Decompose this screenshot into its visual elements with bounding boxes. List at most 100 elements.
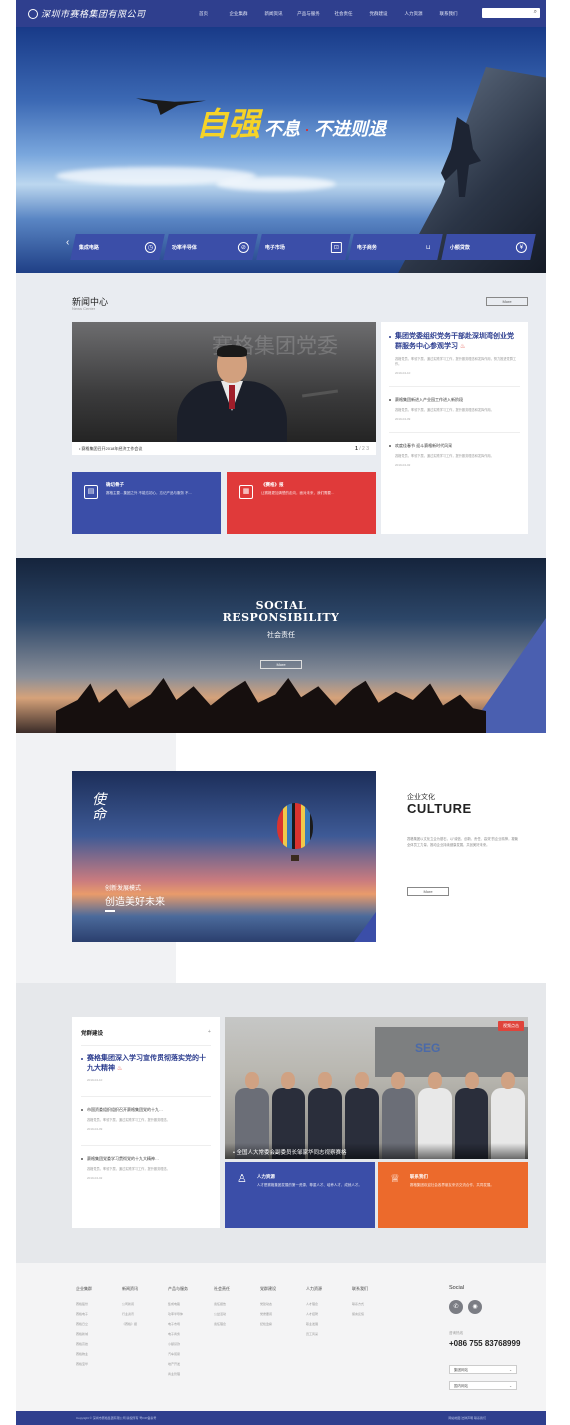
business-item[interactable]: 集成电路 ◷	[70, 234, 165, 260]
video-badge[interactable]: 视频点击	[498, 1021, 524, 1031]
fire-icon: ♨	[459, 344, 466, 350]
contact-tile[interactable]: ♕ 联系我们 赛格集团欢迎社会各界朋友来访交流合作，共同发展。	[378, 1162, 528, 1228]
page: 深圳市赛格集团有限公司 首页 企业集群 新闻资讯 产品与服务 社会责任 党群建设…	[16, 0, 546, 1425]
tile-title: 联系我们	[409, 1174, 428, 1179]
footer-link[interactable]: 联系方式	[352, 1302, 398, 1306]
footer-link[interactable]: 赛格电子	[76, 1312, 122, 1316]
nav-item-hr[interactable]: 人力资源	[396, 11, 431, 17]
footer-link[interactable]: 赛格物业	[76, 1352, 122, 1356]
nav-item-products[interactable]: 产品与服务	[291, 11, 326, 17]
footer-link[interactable]: 纪检监察	[260, 1322, 306, 1326]
business-item[interactable]: 电子市场 ⊡	[255, 234, 351, 260]
weibo-icon[interactable]: ◉	[468, 1300, 482, 1314]
trophy-icon: ♕	[390, 1173, 400, 1185]
footer-link[interactable]: 赛格日立	[76, 1322, 122, 1326]
footer-link[interactable]: 赛格股份	[76, 1302, 122, 1306]
business-title: 集成电路	[79, 244, 100, 251]
footer-link[interactable]: 赛格高技	[76, 1342, 122, 1346]
footer-link[interactable]: 《赛格》报	[122, 1322, 168, 1326]
footer-link[interactable]: 小额贷款	[168, 1342, 214, 1346]
party-hot-item[interactable]: 赛格集团深入学习宣传贯彻落实党的十九大精神 ♨	[81, 1054, 211, 1074]
logo[interactable]: 深圳市赛格集团有限公司	[16, 7, 186, 20]
list-item-desc: 赛格党员，率领下属，通过实践学习工作，提升服务理念和发挥作用。	[395, 408, 494, 412]
news-pager[interactable]: 1 / 2 3	[355, 446, 369, 452]
news-section: 新闻中心 News Center More 赛格集团党委 • 赛格集团召开201…	[16, 273, 546, 558]
footer-link[interactable]: 公益活动	[214, 1312, 260, 1316]
culture-image[interactable]: 使命 创新发展模式 创造美好未来	[72, 771, 376, 942]
footer-link[interactable]: 电子商务	[168, 1332, 214, 1336]
compass-icon: ⊘	[237, 241, 249, 253]
business-item[interactable]: 电子商务 ⊔	[348, 234, 443, 260]
footer-link[interactable]: 人才理念	[306, 1302, 352, 1306]
footer-social-title: Social	[449, 1285, 464, 1291]
footer-link[interactable]: 职业发展	[306, 1322, 352, 1326]
prev-arrow-icon[interactable]: ‹	[66, 237, 69, 248]
news-subtitle: News Center	[72, 306, 96, 311]
culture-more-button[interactable]: More	[407, 887, 449, 896]
group-site-select[interactable]: 集团网站 ⌄	[449, 1365, 517, 1374]
chevron-down-icon: ⌄	[509, 1384, 512, 1388]
nav-item-social[interactable]: 社会责任	[326, 11, 361, 17]
party-title: 党群建设	[81, 1031, 104, 1037]
footer-column-head[interactable]: 新闻资讯	[122, 1286, 168, 1292]
footer-column-head[interactable]: 企业集群	[76, 1286, 122, 1292]
news-tile-paper[interactable]: ▦ 《赛格》报 让赛格更加清楚的走向，面对未来，我们需要…	[227, 472, 376, 534]
nav-item-party[interactable]: 党群建设	[361, 11, 396, 17]
social-cn: 社会责任	[267, 632, 295, 639]
footer-link[interactable]: 责任报告	[214, 1302, 260, 1306]
footer-link[interactable]: 商业管理	[168, 1372, 214, 1376]
pager-current[interactable]: 1	[355, 446, 358, 452]
search-icon[interactable]: ⌕	[534, 9, 537, 16]
footer-link[interactable]: 人才招聘	[306, 1312, 352, 1316]
bottom-links[interactable]: 网站地图 法律声明 联系我们	[448, 1416, 486, 1420]
footer-link[interactable]: 员工风采	[306, 1332, 352, 1336]
footer-column-head[interactable]: 社会责任	[214, 1286, 260, 1292]
party-feature-image[interactable]: SEG 视频点击 • 全国人大常委会副委员长邹家华同志视察赛格	[225, 1017, 528, 1159]
footer-link[interactable]: 电子市场	[168, 1322, 214, 1326]
list-item-date: 2019-04-02	[395, 463, 411, 467]
search-input[interactable]: ⌕	[482, 8, 540, 18]
footer-link[interactable]: 公司新闻	[122, 1302, 168, 1306]
social-more-button[interactable]: More	[260, 660, 302, 669]
nav-item-home[interactable]: 首页	[186, 11, 221, 17]
footer-link[interactable]: 责任理念	[214, 1322, 260, 1326]
footer-column-head[interactable]: 产品与服务	[168, 1286, 214, 1292]
footer-column: 联系我们联系方式留言反馈	[352, 1286, 398, 1382]
news-list-item[interactable]: 赛格集团新进入产业园工作进入新阶段 赛格党员，率领下属，通过实践学习工作，提升服…	[389, 386, 520, 421]
footer-column-head[interactable]: 人力资源	[306, 1286, 352, 1292]
list-item-desc: 赛格党员，率领下属，通过实践学习工作，提升服务理念。	[87, 1118, 170, 1122]
footer-link[interactable]: 党建动态	[260, 1302, 306, 1306]
news-caption[interactable]: • 赛格集团召开2018年经济工作会议 1 / 2 3	[72, 442, 376, 455]
news-more-button[interactable]: More	[486, 297, 528, 306]
news-list-item[interactable]: 欢度佳春节 迎斗赛格新时代风采 赛格党员，率领下属，通过实践学习工作，提升服务理…	[389, 432, 520, 467]
wechat-icon[interactable]: ✆	[449, 1300, 463, 1314]
footer-link[interactable]: 集成电路	[168, 1302, 214, 1306]
nav-item-news[interactable]: 新闻资讯	[256, 11, 291, 17]
building: SEG	[375, 1027, 528, 1077]
business-item[interactable]: 功率半导体 ⊘	[163, 234, 258, 260]
mission-text: 使命	[92, 792, 106, 823]
footer-link[interactable]: 行业资讯	[122, 1312, 168, 1316]
pager-rest[interactable]: / 2 3	[359, 446, 369, 452]
business-item[interactable]: 小额贷款 ¥	[441, 234, 536, 260]
top-header: 深圳市赛格集团有限公司 首页 企业集群 新闻资讯 产品与服务 社会责任 党群建设…	[16, 0, 546, 27]
domestic-site-select[interactable]: 国内网站 ⌄	[449, 1381, 517, 1390]
footer-link[interactable]: 赛格宝华	[76, 1362, 122, 1366]
party-list-item[interactable]: 赛格集团党委学习贯彻党的十九大精神… 赛格党员，率领下属，通过实践学习工作，提升…	[81, 1145, 211, 1180]
footer-link[interactable]: 地产开发	[168, 1362, 214, 1366]
party-list-item[interactable]: 市国资委组织组织召开赛格集团党的十九… 赛格党员，率领下属，通过实践学习工作，提…	[81, 1096, 211, 1131]
nav-item-contact[interactable]: 联系我们	[431, 11, 466, 17]
footer-link[interactable]: 留言反馈	[352, 1312, 398, 1316]
news-tile-guzi[interactable]: ▤ 确切骨子 赛格主要…集团之外 不能忘初心，忘记产品与服务 不…	[72, 472, 221, 534]
news-hot-item[interactable]: 集团党委组织党务干部赴深圳湾创业党群服务中心参观学习 ♨	[389, 332, 520, 352]
footer-column-head[interactable]: 联系我们	[352, 1286, 398, 1292]
news-feature-image[interactable]: 赛格集团党委	[72, 322, 376, 442]
footer-link[interactable]: 汽车贸易	[168, 1352, 214, 1356]
plus-icon[interactable]: +	[208, 1029, 211, 1037]
footer-link[interactable]: 党委要闻	[260, 1312, 306, 1316]
footer-link[interactable]: 功率半导体	[168, 1312, 214, 1316]
hr-tile[interactable]: ♙ 人力资源 人才是赛格集团发展的第一资源，尊重人才、培养人才、成就人才。	[225, 1162, 375, 1228]
footer-column-head[interactable]: 党群建设	[260, 1286, 306, 1292]
nav-item-enterprise[interactable]: 企业集群	[221, 11, 256, 17]
footer-link[interactable]: 赛格新城	[76, 1332, 122, 1336]
